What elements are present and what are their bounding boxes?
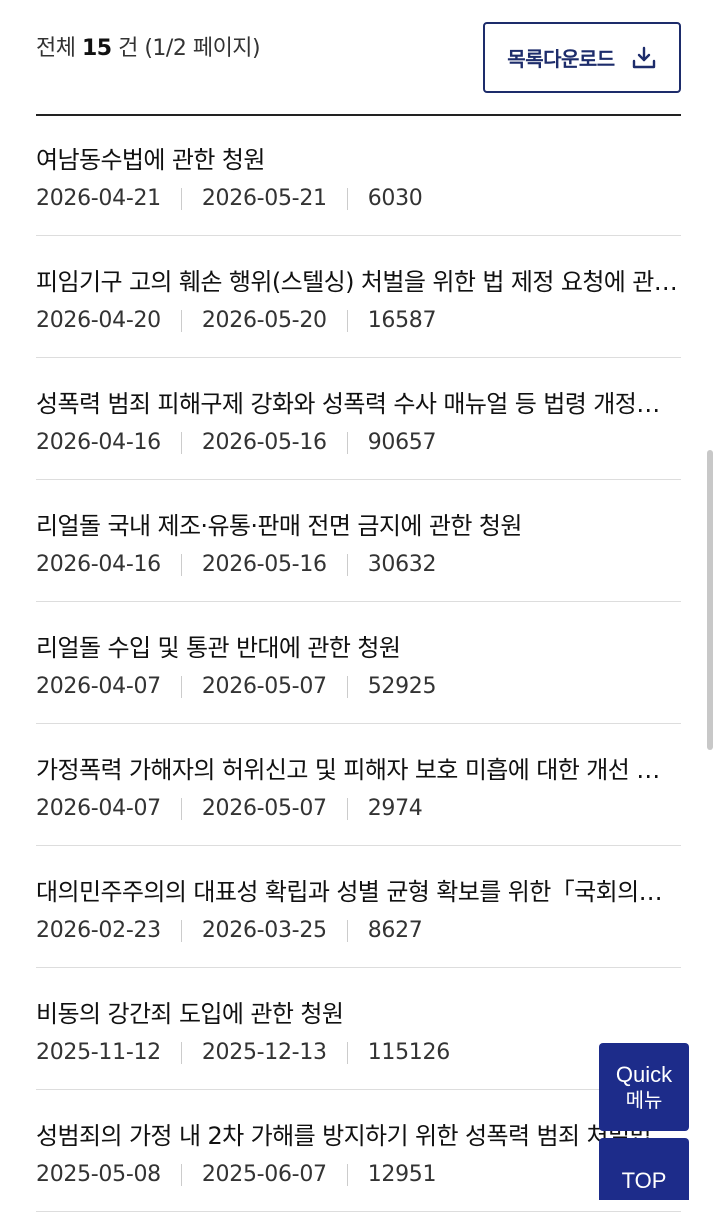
- petition-start-date: 2026-02-23: [36, 918, 161, 943]
- petition-meta: 2026-04-16 2026-05-16 90657: [36, 430, 437, 455]
- petition-end-date: 2026-05-21: [201, 186, 327, 211]
- petition-meta: 2026-02-23 2026-03-25 8627: [36, 918, 423, 943]
- petition-end-date: 2026-05-07: [201, 796, 327, 821]
- list-item[interactable]: 피임기구 고의 훼손 행위(스텔싱) 처벌을 위한 법 제정 요청에 관한 청원…: [36, 238, 681, 358]
- petition-title[interactable]: 리얼돌 수입 및 통관 반대에 관한 청원: [36, 628, 681, 663]
- petition-start-date: 2026-04-21: [36, 186, 161, 211]
- petition-title[interactable]: 성범죄의 가정 내 2차 가해를 방지하기 위한 성폭력 범죄 처벌법 개정에 …: [36, 1116, 681, 1151]
- petition-title[interactable]: 여남동수법에 관한 청원: [36, 140, 681, 175]
- petition-meta: 2025-11-12 2025-12-13 115126: [36, 1040, 450, 1065]
- petition-meta: 2026-04-07 2026-05-07 52925: [36, 674, 437, 699]
- page-scrollbar[interactable]: [707, 450, 713, 750]
- list-item[interactable]: 성범죄의 가정 내 2차 가해를 방지하기 위한 성폭력 범죄 처벌법 개정에 …: [36, 1092, 681, 1212]
- download-icon: [631, 45, 657, 71]
- meta-divider: [346, 553, 348, 576]
- list-item[interactable]: 리얼돌 국내 제조·유통·판매 전면 금지에 관한 청원 2026-04-16 20…: [36, 482, 681, 602]
- petition-agree-count: 2974: [367, 796, 423, 821]
- result-count: 전체 15 건 (1/2 페이지): [36, 30, 261, 62]
- scroll-top-button[interactable]: TOP: [599, 1138, 689, 1200]
- count-prefix: 전체: [36, 36, 76, 61]
- meta-divider: [180, 553, 182, 576]
- petition-agree-count: 90657: [367, 430, 437, 455]
- petition-end-date: 2026-05-16: [201, 552, 327, 577]
- petition-end-date: 2025-06-07: [201, 1162, 327, 1187]
- petition-agree-count: 6030: [367, 186, 423, 211]
- list-item[interactable]: 비동의 강간죄 도입에 관한 청원 2025-11-12 2025-12-13 115…: [36, 970, 681, 1090]
- list-item[interactable]: 성폭력 범죄 피해구제 강화와 성폭력 수사 매뉴얼 등 법령 개정에 관한 청…: [36, 360, 681, 480]
- meta-divider: [180, 675, 182, 698]
- petition-agree-count: 8627: [367, 918, 423, 943]
- petition-title[interactable]: 피임기구 고의 훼손 행위(스텔싱) 처벌을 위한 법 제정 요청에 관한 청원: [36, 262, 681, 297]
- meta-divider: [180, 1163, 182, 1186]
- quick-menu-sublabel: 메뉴: [625, 1088, 663, 1113]
- list-download-button[interactable]: 목록다운로드: [483, 22, 681, 93]
- quick-menu-label: Quick: [615, 1061, 673, 1087]
- petition-list: 여남동수법에 관한 청원 2026-04-21 2026-05-21 6030 피임기구…: [36, 116, 681, 1214]
- petition-end-date: 2026-05-07: [201, 674, 327, 699]
- meta-divider: [346, 187, 348, 210]
- petition-title[interactable]: 리얼돌 국내 제조·유통·판매 전면 금지에 관한 청원: [36, 506, 681, 541]
- scroll-top-label: TOP: [621, 1168, 667, 1193]
- count-suffix: 건 (1/2 페이지): [118, 36, 261, 61]
- meta-divider: [346, 1041, 348, 1064]
- petition-start-date: 2026-04-07: [36, 674, 161, 699]
- petition-end-date: 2025-12-13: [201, 1040, 327, 1065]
- petition-start-date: 2025-05-08: [36, 1162, 161, 1187]
- list-item[interactable]: 가정폭력 가해자의 허위신고 및 피해자 보호 미흡에 대한 개선 요청에 관한…: [36, 726, 681, 846]
- petition-title[interactable]: 대의민주주의의 대표성 확립과 성별 균형 확보를 위한「국회의원선거법」 개정…: [36, 872, 681, 907]
- petition-agree-count: 16587: [367, 308, 437, 333]
- petition-meta: 2025-05-08 2025-06-07 12951: [36, 1162, 437, 1187]
- petition-start-date: 2026-04-16: [36, 430, 161, 455]
- petition-end-date: 2026-03-25: [201, 918, 327, 943]
- petition-start-date: 2026-04-20: [36, 308, 161, 333]
- meta-divider: [346, 675, 348, 698]
- petition-agree-count: 30632: [367, 552, 437, 577]
- list-item[interactable]: 여남동수법에 관한 청원 2026-04-21 2026-05-21 6030: [36, 116, 681, 236]
- meta-divider: [346, 1163, 348, 1186]
- petition-meta: 2026-04-07 2026-05-07 2974: [36, 796, 423, 821]
- petition-title[interactable]: 성폭력 범죄 피해구제 강화와 성폭력 수사 매뉴얼 등 법령 개정에 관한 청…: [36, 384, 681, 419]
- meta-divider: [346, 797, 348, 820]
- petition-title[interactable]: 가정폭력 가해자의 허위신고 및 피해자 보호 미흡에 대한 개선 요청에 관한…: [36, 750, 681, 785]
- petition-meta: 2026-04-21 2026-05-21 6030: [36, 186, 423, 211]
- petition-start-date: 2026-04-16: [36, 552, 161, 577]
- petition-meta: 2026-04-16 2026-05-16 30632: [36, 552, 437, 577]
- petition-meta: 2026-04-20 2026-05-20 16587: [36, 308, 437, 333]
- petition-title[interactable]: 비동의 강간죄 도입에 관한 청원: [36, 994, 681, 1029]
- petition-start-date: 2026-04-07: [36, 796, 161, 821]
- meta-divider: [180, 1041, 182, 1064]
- list-item[interactable]: 대의민주주의의 대표성 확립과 성별 균형 확보를 위한「국회의원선거법」 개정…: [36, 848, 681, 968]
- list-item[interactable]: 리얼돌 수입 및 통관 반대에 관한 청원 2026-04-07 2026-05-0…: [36, 604, 681, 724]
- meta-divider: [180, 431, 182, 454]
- meta-divider: [346, 431, 348, 454]
- meta-divider: [180, 187, 182, 210]
- meta-divider: [180, 797, 182, 820]
- petition-end-date: 2026-05-20: [201, 308, 327, 333]
- meta-divider: [346, 309, 348, 332]
- quick-menu-button[interactable]: Quick 메뉴: [599, 1043, 689, 1131]
- count-total: 15: [81, 36, 112, 61]
- meta-divider: [346, 919, 348, 942]
- petition-end-date: 2026-05-16: [201, 430, 327, 455]
- petition-agree-count: 115126: [367, 1040, 450, 1065]
- meta-divider: [180, 309, 182, 332]
- petition-start-date: 2025-11-12: [36, 1040, 161, 1065]
- petition-agree-count: 12951: [367, 1162, 437, 1187]
- download-button-label: 목록다운로드: [507, 47, 615, 71]
- list-header: 전체 15 건 (1/2 페이지) 목록다운로드: [36, 0, 681, 116]
- meta-divider: [180, 919, 182, 942]
- petition-agree-count: 52925: [367, 674, 437, 699]
